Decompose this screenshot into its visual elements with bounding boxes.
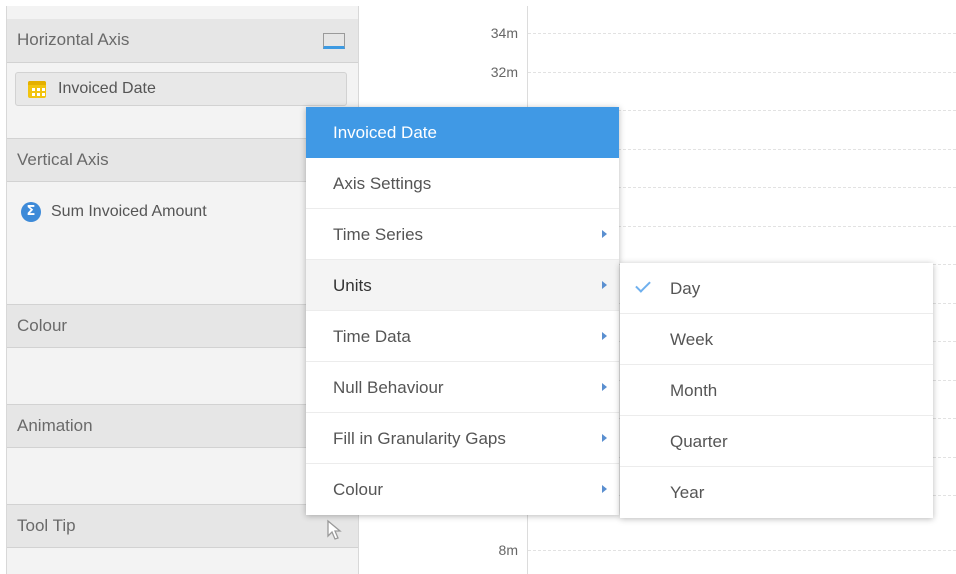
menu-item-label: Time Data: [333, 327, 411, 346]
menu-item-null-behaviour[interactable]: Null Behaviour: [306, 362, 619, 413]
menu-item-units[interactable]: Units: [306, 260, 619, 311]
menu-header-invoiced-date[interactable]: Invoiced Date: [306, 107, 619, 158]
unit-option-label: Year: [670, 483, 705, 502]
units-submenu: Day Week Month Quarter Year: [620, 263, 933, 518]
menu-item-label: Fill in Granularity Gaps: [333, 429, 506, 448]
colour-title: Colour: [17, 316, 68, 335]
menu-item-label: Time Series: [333, 225, 424, 244]
unit-option-day[interactable]: Day: [620, 263, 933, 314]
tool-tip-title: Tool Tip: [17, 516, 76, 535]
sigma-icon: Σ: [21, 201, 41, 222]
submenu-arrow-icon: [602, 434, 607, 442]
vertical-axis-field[interactable]: Σ Sum Invoiced Amount: [21, 200, 207, 224]
animation-title: Animation: [17, 416, 93, 435]
unit-option-label: Week: [670, 330, 714, 349]
menu-item-label: Axis Settings: [333, 174, 432, 193]
horizontal-axis-header[interactable]: Horizontal Axis: [7, 19, 359, 63]
menu-item-colour[interactable]: Colour: [306, 464, 619, 515]
gridline: [528, 550, 956, 551]
menu-header-label: Invoiced Date: [333, 123, 437, 142]
menu-item-fill-granularity-gaps[interactable]: Fill in Granularity Gaps: [306, 413, 619, 464]
calendar-icon: [28, 81, 46, 98]
horizontal-axis-field-label: Invoiced Date: [58, 80, 156, 97]
context-menu: Invoiced Date Axis Settings Time Series …: [306, 107, 619, 515]
horizontal-axis-field[interactable]: Invoiced Date: [15, 72, 347, 106]
horizontal-axis-title: Horizontal Axis: [17, 30, 130, 49]
submenu-arrow-icon: [602, 383, 607, 391]
menu-item-time-series[interactable]: Time Series: [306, 209, 619, 260]
vertical-axis-title: Vertical Axis: [17, 150, 109, 169]
gridline: [528, 72, 956, 73]
vertical-axis-field-label: Sum Invoiced Amount: [51, 203, 207, 220]
monitor-icon[interactable]: [323, 33, 345, 49]
unit-option-label: Day: [670, 279, 701, 298]
submenu-arrow-icon: [602, 485, 607, 493]
submenu-arrow-icon: [602, 230, 607, 238]
gridline: [528, 33, 956, 34]
unit-option-quarter[interactable]: Quarter: [620, 416, 933, 467]
unit-option-label: Quarter: [670, 432, 728, 451]
submenu-arrow-icon: [602, 281, 607, 289]
y-tick-label: 8m: [498, 542, 518, 558]
unit-option-month[interactable]: Month: [620, 365, 933, 416]
cursor-icon: [327, 519, 342, 540]
y-tick-label: 32m: [490, 64, 518, 80]
unit-option-week[interactable]: Week: [620, 314, 933, 365]
unit-option-label: Month: [670, 381, 718, 400]
menu-item-label: Colour: [333, 480, 384, 499]
submenu-arrow-icon: [602, 332, 607, 340]
menu-item-axis-settings[interactable]: Axis Settings: [306, 158, 619, 209]
y-tick-label: 34m: [490, 25, 518, 41]
menu-item-label: Units: [333, 276, 372, 295]
menu-item-time-data[interactable]: Time Data: [306, 311, 619, 362]
check-icon: [635, 277, 651, 293]
menu-item-label: Null Behaviour: [333, 378, 444, 397]
unit-option-year[interactable]: Year: [620, 467, 933, 518]
